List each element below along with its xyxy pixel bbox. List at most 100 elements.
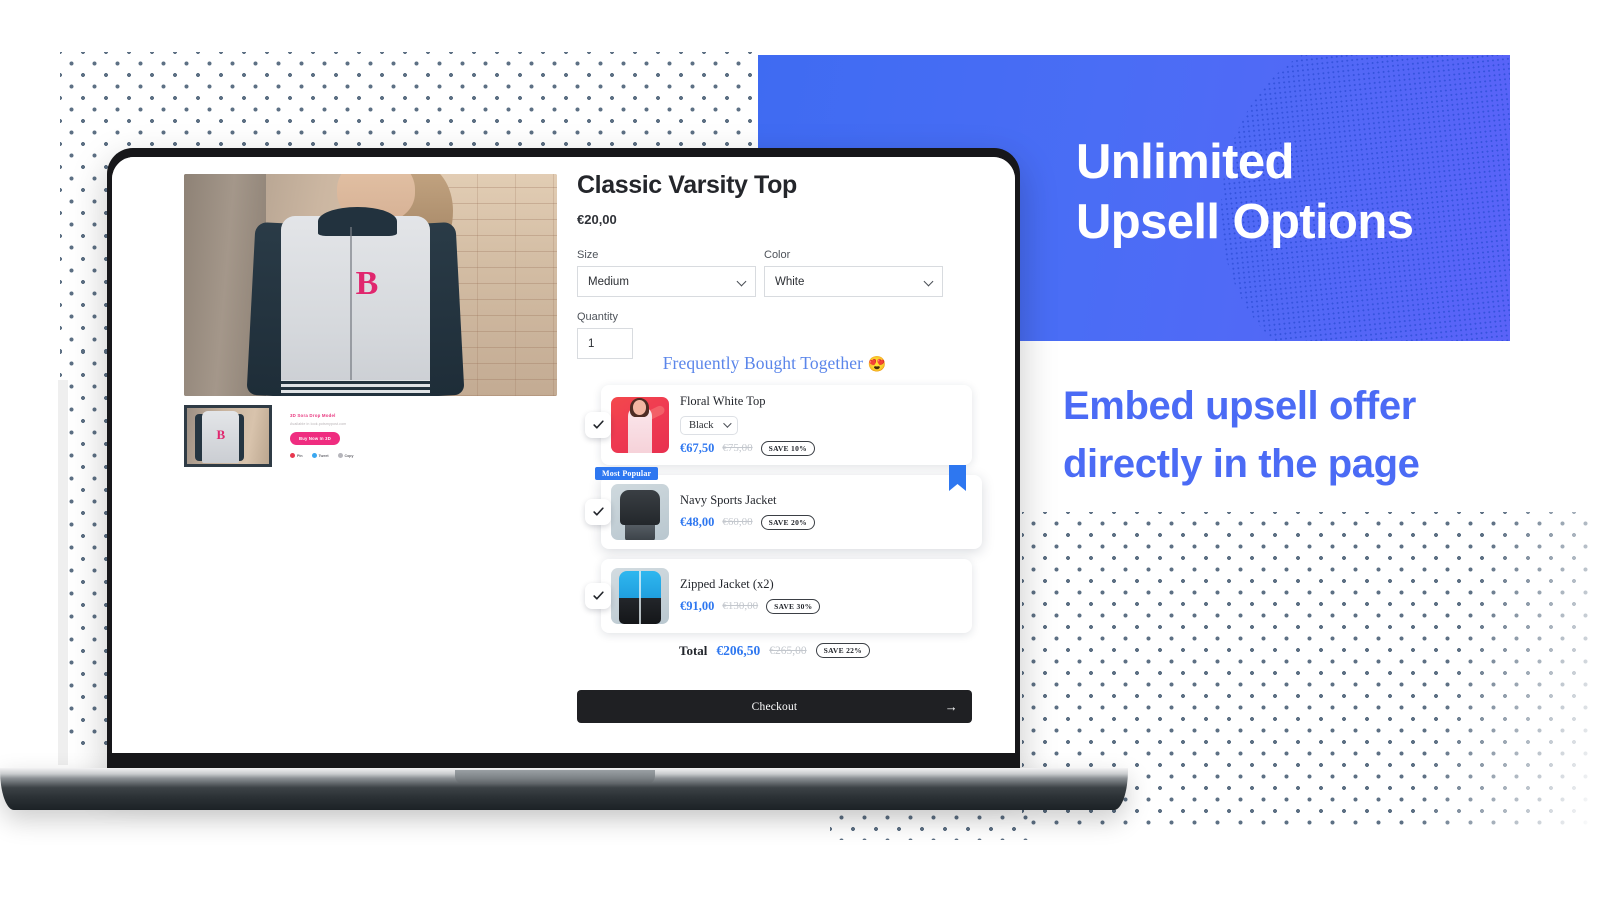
preview-share-row: Pin Tweet Copy xyxy=(290,453,354,458)
fbt-item-image xyxy=(611,483,669,540)
fbt-item-list: Floral White Top Black €67,50 €75,00 SAV… xyxy=(577,385,982,633)
total-label: Total xyxy=(679,642,708,658)
fbt-item-card[interactable]: Most Popular Navy Sports Jacket €48,00 €… xyxy=(595,464,982,549)
banner-headline: Unlimited Upsell Options xyxy=(1076,133,1414,253)
sub-headline: Embed upsell offer directly in the page xyxy=(1063,384,1420,486)
store-product-page: B B 3D Sora Drop Model Available in look… xyxy=(112,157,1015,753)
laptop-mockup: B B 3D Sora Drop Model Available in look… xyxy=(107,148,1020,776)
most-popular-badge: Most Popular xyxy=(595,466,659,480)
color-select[interactable]: White xyxy=(764,266,943,297)
fbt-title-text: Frequently Bought Together xyxy=(662,353,864,373)
color-select-value: White xyxy=(775,275,805,288)
photo-varsity-letter: B xyxy=(355,265,379,303)
share-pin-button[interactable]: Pin xyxy=(290,453,303,458)
quantity-field-wrap: Quantity 1 xyxy=(577,311,633,359)
fbt-item-name: Floral White Top xyxy=(680,394,766,408)
fbt-item-variant-value: Black xyxy=(689,419,714,431)
variant-options-row: Size Medium Color White xyxy=(577,249,972,297)
chevron-down-icon xyxy=(736,276,747,287)
banner-headline-line1: Unlimited xyxy=(1076,135,1294,189)
fbt-item-price: €48,00 xyxy=(680,514,715,529)
total-save-badge: SAVE 22% xyxy=(815,643,870,659)
image-head xyxy=(633,400,646,415)
fbt-title: Frequently Bought Together 😍 xyxy=(577,353,972,374)
product-detail-column: Classic Varsity Top €20,00 Size Medium C… xyxy=(577,171,972,359)
fbt-item-price: €67,50 xyxy=(680,440,715,455)
preview-title: 3D Sora Drop Model xyxy=(290,413,336,418)
fbt-item-price-line: €48,00 €60,00 SAVE 20% xyxy=(680,514,970,530)
fbt-item-checkbox[interactable] xyxy=(585,582,611,609)
fbt-item-price: €91,00 xyxy=(680,598,715,613)
fbt-item-name: Navy Sports Jacket xyxy=(680,493,777,508)
preview-buy-now-button[interactable]: Buy Now In 3D xyxy=(290,432,340,445)
screenshot-canvas: Unlimited Upsell Options Embed upsell of… xyxy=(0,0,1600,900)
thumbnail-preview-card: 3D Sora Drop Model Available in look.pot… xyxy=(290,408,378,464)
check-icon xyxy=(592,507,604,516)
fbt-item-name: Zipped Jacket (x2) xyxy=(680,577,774,592)
size-select-value: Medium xyxy=(588,275,629,288)
check-icon xyxy=(592,591,604,600)
fbt-item-image xyxy=(611,396,669,453)
fbt-item-card[interactable]: Zipped Jacket (x2) €91,00 €130,00 SAVE 3… xyxy=(601,558,972,633)
preview-subtitle: Available in look.potsmypost.com xyxy=(290,422,347,426)
checkout-button-label: Checkout xyxy=(751,700,798,713)
share-tweet-button[interactable]: Tweet xyxy=(311,453,329,458)
fbt-item-row: Floral White Top Black €67,50 €75,00 SAV… xyxy=(577,385,972,465)
laptop-base-notch xyxy=(455,770,655,784)
photo-jacket-collar xyxy=(318,207,397,237)
quantity-value: 1 xyxy=(588,337,595,350)
fbt-item-price-line: €67,50 €75,00 SAVE 10% xyxy=(680,440,960,456)
fbt-item-checkbox[interactable] xyxy=(585,411,611,438)
chevron-down-icon xyxy=(722,419,732,428)
heart-eyes-emoji-icon: 😍 xyxy=(867,357,887,373)
share-copy-button[interactable]: Copy xyxy=(337,453,354,458)
chevron-down-icon xyxy=(923,276,934,287)
photo-jacket-body xyxy=(280,216,431,396)
fbt-item-save-badge: SAVE 10% xyxy=(760,440,815,456)
left-accent-bar xyxy=(58,380,68,765)
share-copy-label: Copy xyxy=(344,453,354,458)
frequently-bought-together-widget: Frequently Bought Together 😍 Floral Whit… xyxy=(577,353,982,659)
check-icon xyxy=(592,420,604,429)
banner-headline-line2: Upsell Options xyxy=(1076,194,1414,249)
photo-jacket-placket xyxy=(349,227,352,388)
checkout-button[interactable]: Checkout → xyxy=(577,690,972,723)
fbt-total-row: Total €206,50 €265,00 SAVE 22% xyxy=(577,643,972,659)
total-compare-price: €265,00 xyxy=(769,644,807,657)
fbt-item-card[interactable]: Floral White Top Black €67,50 €75,00 SAV… xyxy=(601,385,972,465)
product-price: €20,00 xyxy=(577,212,617,227)
fbt-item-compare-price: €60,00 xyxy=(722,516,753,529)
photo-jacket-hem xyxy=(280,380,431,396)
fbt-item-compare-price: €75,00 xyxy=(722,442,753,455)
laptop-screen: B B 3D Sora Drop Model Available in look… xyxy=(112,157,1015,753)
bookmark-icon[interactable] xyxy=(949,464,966,491)
page-title: Classic Varsity Top xyxy=(577,171,797,199)
fbt-item-save-badge: SAVE 20% xyxy=(760,514,815,530)
image-zipper xyxy=(639,570,642,624)
fbt-item-info: Navy Sports Jacket €48,00 €60,00 SAVE 20… xyxy=(680,493,970,530)
fbt-item-price-line: €91,00 €130,00 SAVE 30% xyxy=(680,598,960,614)
image-jacket xyxy=(620,490,660,526)
fbt-item-compare-price: €130,00 xyxy=(722,600,759,613)
fbt-item-save-badge: SAVE 30% xyxy=(766,598,821,614)
product-main-image[interactable]: B xyxy=(184,174,557,396)
fbt-item-checkbox[interactable] xyxy=(585,498,611,525)
fbt-item-info: Floral White Top Black €67,50 €75,00 SAV… xyxy=(680,394,960,456)
share-pin-label: Pin xyxy=(297,453,303,458)
thumb-varsity-letter: B xyxy=(216,427,226,443)
fbt-item-row: Most Popular Navy Sports Jacket €48,00 €… xyxy=(577,464,982,549)
fbt-item-row: Zipped Jacket (x2) €91,00 €130,00 SAVE 3… xyxy=(577,558,972,633)
option-color: Color White xyxy=(764,249,943,297)
fbt-item-image xyxy=(611,567,669,624)
option-color-label: Color xyxy=(764,249,791,261)
arrow-right-icon: → xyxy=(944,698,958,714)
fbt-item-variant-select[interactable]: Black xyxy=(680,415,738,435)
option-size: Size Medium xyxy=(577,249,756,297)
product-thumbnail-1[interactable]: B xyxy=(184,405,272,467)
size-select[interactable]: Medium xyxy=(577,266,756,297)
quantity-label: Quantity xyxy=(577,311,618,323)
share-tweet-label: Tweet xyxy=(318,453,329,458)
total-price: €206,50 xyxy=(716,642,761,658)
fbt-item-info: Zipped Jacket (x2) €91,00 €130,00 SAVE 3… xyxy=(680,577,960,614)
option-size-label: Size xyxy=(577,249,599,261)
